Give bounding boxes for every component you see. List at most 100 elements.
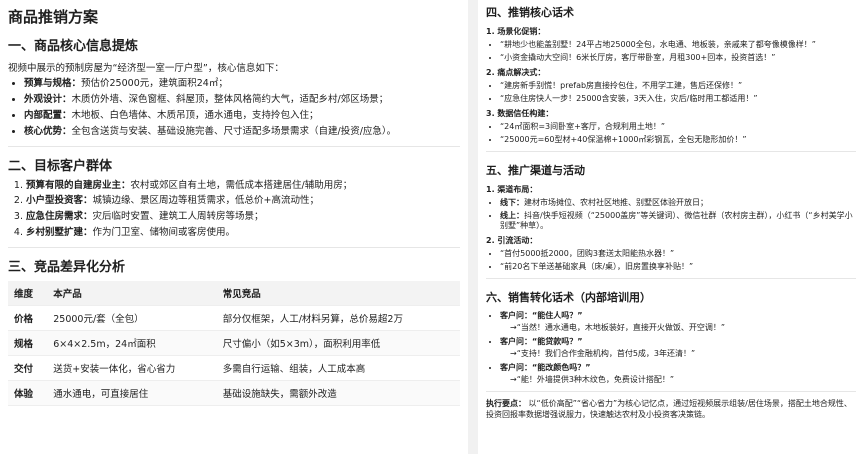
execution-key: 执行要点：	[486, 399, 526, 408]
list-item: “24㎡面积=3间卧室+客厅，合规利用土地！”	[500, 122, 856, 132]
section-5-group-title: 2. 引流活动：	[486, 236, 538, 245]
table-row: 价格 25000元/套（全包） 部分仅框架，人工/材料另算，总价易超2万	[8, 305, 460, 331]
list-item-key: 核心优势：	[24, 125, 72, 137]
table-header-row: 维度 本产品 常见竞品	[8, 281, 460, 306]
section-6: 六、销售转化话术（内部培训用） 客户问：“能住人吗？” →“当然！通水通电，木地…	[486, 278, 856, 385]
list-item: “应急住房快人一步！25000含安装，3天入住，灾后/临时用工都适用！”	[500, 94, 856, 104]
left-pane: 商品推销方案 一、商品核心信息提炼 视频中展示的预制房屋为“经济型一室一厅户型”…	[0, 0, 468, 454]
table-cell: 体验	[8, 380, 48, 406]
section-1-intro: 视频中展示的预制房屋为“经济型一室一厅户型”，核心信息如下：	[8, 63, 284, 74]
list-item-key: 乡村别墅扩建：	[26, 227, 93, 239]
question: 客户问：“能改颜色吗？”	[500, 363, 591, 372]
list-item: 预算与规格：预估价25000元，建筑面积24㎡；	[24, 78, 460, 90]
divider	[8, 145, 460, 147]
table-cell: 基础设施缺失，需额外改造	[216, 380, 460, 406]
table-cell: 规格	[8, 330, 48, 356]
section-1-list: 预算与规格：预估价25000元，建筑面积24㎡； 外观设计：木质仿外墙、深色窗框…	[8, 78, 460, 138]
list-item: 线上：抖音/快手短视频（“25000盖房”等关键词）、微信社群（农村房主群），小…	[500, 211, 856, 231]
question: 客户问：“能贷款吗？”	[500, 337, 583, 346]
list-item-text: 城镇边缘、景区周边等租赁需求，低总价+高流动性；	[92, 195, 319, 207]
list-item-text: 全包含送货与安装、基础设施完善、尺寸适配多场景需求（自建/投资/应急）。	[71, 125, 397, 137]
table-cell: 多需自行运输、组装，人工成本高	[216, 355, 460, 381]
column-header: 本产品	[47, 281, 217, 306]
list-item: 预算有限的自建房业主：农村或郊区自有土地，需低成本搭建居住/辅助用房；	[26, 180, 460, 192]
section-5-group-list: 线下：建材市场摊位、农村社区地推、别墅区体验开放日； 线上：抖音/快手短视频（“…	[486, 198, 856, 231]
list-item: 外观设计：木质仿外墙、深色窗框、斜屋顶，整体风格简约大气，适配乡村/郊区场景；	[24, 94, 460, 106]
section-4-group-list: “耕地少也能盖别墅！24平占地25000全包，水电通、地板装，亲戚来了都夸像模像…	[486, 40, 856, 63]
execution-text: 以“低价高配”“省心省力”为核心记忆点，通过短视频展示组装/居住场景，搭配土地合…	[486, 399, 852, 419]
table-cell: 部分仅框架，人工/材料另算，总价易超2万	[216, 305, 460, 331]
question: 客户问：“能住人吗？”	[500, 311, 583, 320]
qa-list: 客户问：“能住人吗？” →“当然！通水通电，木地板装好，直接开火做饭、开空调！”…	[486, 311, 856, 385]
qa-item: 客户问：“能贷款吗？” →“支持！我们合作金融机构，首付5成，3年还清！”	[500, 337, 856, 359]
list-item: 内部配置：木地板、白色墙体、木质吊顶，通水通电，支持拎包入住；	[24, 110, 460, 122]
list-item-text: 灾后临时安置、建筑工人周转房等场景；	[92, 211, 264, 223]
execution-note: 执行要点： 以“低价高配”“省心省力”为核心记忆点，通过短视频展示组装/居住场景…	[486, 391, 856, 420]
page-title: 商品推销方案	[8, 8, 99, 26]
table-cell: 25000元/套（全包）	[47, 305, 217, 331]
section-3-heading: 三、竞品差异化分析	[8, 260, 126, 275]
list-item: 核心优势：全包含送货与安装、基础设施完善、尺寸适配多场景需求（自建/投资/应急）…	[24, 126, 460, 138]
list-item-key: 应急住房需求：	[26, 211, 93, 223]
column-header: 维度	[8, 281, 48, 306]
section-4-group-title: 1. 场景化促销：	[486, 27, 546, 36]
list-item: “25000元=60型材+40保温棉+1000㎡彩钢瓦，全包无隐形加价！”	[500, 135, 856, 145]
list-item: “首付5000抵2000，团购3套送太阳能热水器！”	[500, 249, 856, 259]
pane-divider	[468, 0, 478, 454]
table-row: 交付 送货+安装一体化，省心省力 多需自行运输、组装，人工成本高	[8, 355, 460, 381]
list-item-key: 线下：	[500, 198, 524, 207]
table-cell: 通水通电，可直接居住	[47, 380, 217, 406]
section-4-group-title: 2. 痛点解决式：	[486, 68, 546, 77]
answer: →“支持！我们合作金融机构，首付5成，3年还清！”	[510, 349, 696, 358]
list-item-text: 农村或郊区自有土地，需低成本搭建居住/辅助用房；	[130, 179, 353, 191]
section-5-heading: 五、推广渠道与活动	[486, 164, 585, 177]
list-item-key: 线上：	[500, 211, 524, 220]
list-item: 小户型投资客：城镇边缘、景区周边等租赁需求，低总价+高流动性；	[26, 195, 460, 207]
list-item: “耕地少也能盖别墅！24平占地25000全包，水电通、地板装，亲戚来了都夸像模像…	[500, 40, 856, 50]
qa-item: 客户问：“能改颜色吗？” →“能！外墙提供3种木纹色，免费设计搭配！”	[500, 363, 856, 385]
section-5-group-list: “首付5000抵2000，团购3套送太阳能热水器！” “前20名下单送基础家具（…	[486, 249, 856, 272]
list-item-key: 预算与规格：	[24, 78, 82, 89]
answer: →“当然！通水通电，木地板装好，直接开火做饭、开空调！”	[510, 323, 725, 332]
section-2-heading: 二、目标客户群体	[8, 158, 113, 174]
list-item-text: 作为门卫室、储物间或客房使用。	[92, 227, 236, 239]
document-page: 商品推销方案 一、商品核心信息提炼 视频中展示的预制房屋为“经济型一室一厅户型”…	[0, 0, 864, 454]
list-item-key: 小户型投资客：	[26, 195, 93, 207]
list-item-text: 木地板、白色墙体、木质吊顶，通水通电，支持拎包入住；	[71, 109, 319, 121]
list-item: 应急住房需求：灾后临时安置、建筑工人周转房等场景；	[26, 211, 460, 223]
list-item-text: 抖音/快手短视频（“25000盖房”等关键词）、微信社群（农村房主群），小红书（…	[500, 211, 853, 230]
section-4-group-list: “24㎡面积=3间卧室+客厅，合规利用土地！” “25000元=60型材+40保…	[486, 122, 856, 145]
table-cell: 价格	[8, 305, 48, 331]
section-4-group-title: 3. 数据信任构建：	[486, 109, 554, 118]
list-item: “建房新手别慌！prefab房直接拎包住，不用学工建，售后还保修！”	[500, 81, 856, 91]
list-item-text: 建材市场摊位、农村社区地推、别墅区体验开放日；	[524, 198, 708, 207]
section-4-heading: 四、推销核心话术	[486, 6, 574, 19]
section-4-group-list: “建房新手别慌！prefab房直接拎包住，不用学工建，售后还保修！” “应急住房…	[486, 81, 856, 104]
divider	[8, 247, 460, 248]
section-1-heading: 一、商品核心信息提炼	[8, 39, 139, 54]
list-item: “小资金撬动大空间！6米长厅房，客厅带卧室，月租300+回本，投资首选！”	[500, 53, 856, 63]
qa-item: 客户问：“能住人吗？” →“当然！通水通电，木地板装好，直接开火做饭、开空调！”	[500, 311, 856, 333]
list-item-text: 木质仿外墙、深色窗框、斜屋顶，整体风格简约大气，适配乡村/郊区场景；	[71, 93, 389, 105]
table-cell: 尺寸偏小（如5×3m），面积利用率低	[216, 330, 460, 356]
answer: →“能！外墙提供3种木纹色，免费设计搭配！”	[510, 375, 675, 384]
section-5-group-title: 1. 渠道布局：	[486, 185, 538, 194]
list-item-key: 外观设计：	[24, 93, 72, 105]
column-header: 常见竞品	[216, 281, 460, 306]
list-item: 乡村别墅扩建：作为门卫室、储物间或客房使用。	[26, 227, 460, 239]
list-item: 线下：建材市场摊位、农村社区地推、别墅区体验开放日；	[500, 198, 856, 208]
section-5: 五、推广渠道与活动 1. 渠道布局： 线下：建材市场摊位、农村社区地推、别墅区体…	[486, 151, 856, 272]
list-item-text: 预估价25000元，建筑面积24㎡；	[81, 78, 228, 89]
right-pane: 四、推销核心话术 1. 场景化促销： “耕地少也能盖别墅！24平占地25000全…	[478, 0, 864, 454]
table-cell: 交付	[8, 355, 48, 381]
list-item-key: 内部配置：	[24, 109, 72, 121]
table-cell: 6×4×2.5m，24㎡面积	[47, 330, 217, 356]
table-row: 体验 通水通电，可直接居住 基础设施缺失，需额外改造	[8, 380, 460, 406]
list-item-key: 预算有限的自建房业主：	[26, 179, 131, 191]
comparison-table: 维度 本产品 常见竞品 价格 25000元/套（全包） 部分仅框架，人工/材料另…	[8, 281, 460, 406]
table-row: 规格 6×4×2.5m，24㎡面积 尺寸偏小（如5×3m），面积利用率低	[8, 330, 460, 356]
list-item: “前20名下单送基础家具（床/桌），旧房置换享补贴！”	[500, 262, 856, 272]
section-2-list: 预算有限的自建房业主：农村或郊区自有土地，需低成本搭建居住/辅助用房； 小户型投…	[8, 180, 460, 240]
table-cell: 送货+安装一体化，省心省力	[47, 355, 217, 381]
section-6-heading: 六、销售转化话术（内部培训用）	[486, 291, 651, 304]
